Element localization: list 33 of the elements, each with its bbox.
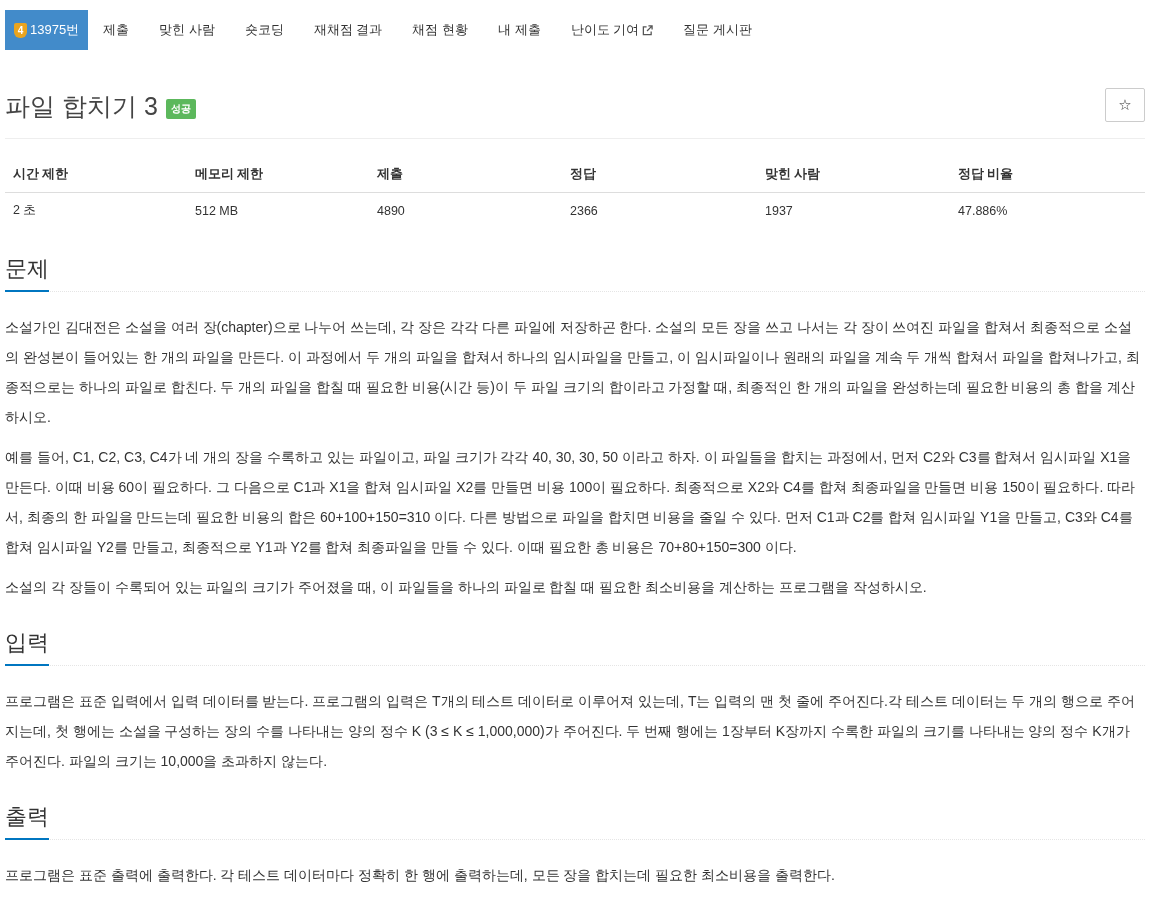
problem-title: 파일 합치기 3 bbox=[5, 91, 158, 122]
column-header: 정답 비율 bbox=[950, 157, 1145, 193]
table-cell: 512 MB bbox=[187, 192, 369, 228]
section-heading: 입력 bbox=[5, 628, 49, 666]
problem-tab[interactable]: 제출 bbox=[88, 10, 145, 50]
column-header: 제출 bbox=[369, 157, 562, 193]
section-heading: 문제 bbox=[5, 254, 49, 292]
problem-tab[interactable]: 내 제출 bbox=[483, 10, 556, 50]
tier-badge: 4 bbox=[14, 22, 27, 38]
problem-tab[interactable]: 재채점 결과 bbox=[298, 10, 398, 50]
result-label: 성공 bbox=[165, 99, 196, 119]
paragraph: 프로그램은 표준 입력에서 입력 데이터를 받는다. 프로그램의 입력은 T개의 테스트 데이터로 이루어져 있는데, T는 입력의 맨 첫 줄에 주어진다.각 테스트 데이터는 두 개의 행으로 주어지는데, 첫 행에는 소설을 구성하는 장의 수를 나타내는 양의 정수 K (3 ≤ K ≤ 1,000,000)가 주어진다. 두 번째 행에는 1장부터 K장까지 수록한 파일의 크기를 나타내는 양의 정수 K개가 주어진다. 파일의 크기는 10,000을 초과하지 않는다. bbox=[5, 692, 1137, 771]
paragraph: 예를 들어, C1, C2, C3, C4가 네 개의 장을 수록하고 있는 파일이고, 파일 크기가 각각 40, 30, 30, 50 이라고 하자. 이 파일들을 합치는 과정에서, 먼저 C2와 C3를 합쳐서 임시파일 X1을 만든다. 이때 비용 60이 필요하다. 그 다음으로 C1과 X1을 합쳐 임시파일 X2를 만들면 비용 100이 필요하다. 최종적으로 X2와 C4를 합쳐 최종파일을 만들면 비용 150이 필요하다. 따라서, 최종의 한 파일을 만드는데 필요한 비용의 합은 60+100+150=310 이다. 다른 방법으로 파일을 합치면 비용을 줄일 수 있다. 먼저 C1과 C2를 합쳐 임시파일 Y1을 만들고, C3와 C4를 합쳐 임시파일 Y2를 만들고, 최종적으로 Y1과 Y2를 합쳐 최종파일을 만들 수 있다. 이때 필요한 총 비용은 70+80+150=300 이다. bbox=[5, 448, 1137, 557]
problem-tab[interactable]: 난이도 기여 bbox=[555, 10, 669, 50]
table-cell: 2 초 bbox=[5, 192, 187, 228]
table-cell: 1937 bbox=[757, 192, 950, 228]
table-cell: 2366 bbox=[562, 192, 757, 228]
column-header: 시간 제한 bbox=[5, 157, 187, 193]
section-heading: 출력 bbox=[5, 802, 49, 840]
problem-tab[interactable]: 질문 게시판 bbox=[668, 10, 767, 50]
column-header: 정답 bbox=[562, 157, 757, 193]
favorite-button[interactable]: ☆ bbox=[1105, 88, 1145, 122]
table-cell: 4890 bbox=[369, 192, 562, 228]
paragraph: 프로그램은 표준 출력에 출력한다. 각 테스트 데이터마다 정확히 한 행에 출력하는데, 모든 장을 합치는데 필요한 최소비용을 출력한다. bbox=[5, 866, 836, 885]
column-header: 메모리 제한 bbox=[187, 157, 369, 193]
table-cell: 47.886% bbox=[950, 192, 1145, 228]
column-header: 맞힌 사람 bbox=[757, 157, 950, 193]
paragraph: 소설가인 김대전은 소설을 여러 장(chapter)으로 나누어 쓰는데, 각 장은 각각 다른 파일에 저장하곤 한다. 소설의 모든 장을 쓰고 나서는 각 장이 쓰여진 파일을 합쳐서 최종적으로 소설의 완성본이 들어있는 한 개의 파일을 만든다. 이 과정에서 두 개의 파일을 합쳐서 하나의 임시파일을 만들고, 이 임시파일이나 원래의 파일을 계속 두 개씩 합쳐서 파일을 합쳐나가고, 최종적으로는 하나의 파일로 합친다. 두 개의 파일을 합칠 때 필요한 비용(시간 등)이 두 파일 크기의 합이라고 가정할 때, 최종적인 한 개의 파일을 완성하는데 필요한 비용의 총 합을 계산하시오. bbox=[5, 318, 1141, 427]
problem-tab[interactable]: 4 13975번 bbox=[5, 10, 89, 50]
paragraph: 소설의 각 장들이 수록되어 있는 파일의 크기가 주어졌을 때, 이 파일들을 하나의 파일로 합칠 때 필요한 최소비용을 계산하는 프로그램을 작성하시오. bbox=[5, 578, 928, 597]
problem-tab[interactable]: 채점 현황 bbox=[397, 10, 484, 50]
problem-tab[interactable]: 숏코딩 bbox=[229, 10, 299, 50]
problem-tab[interactable]: 맞힌 사람 bbox=[144, 10, 230, 50]
